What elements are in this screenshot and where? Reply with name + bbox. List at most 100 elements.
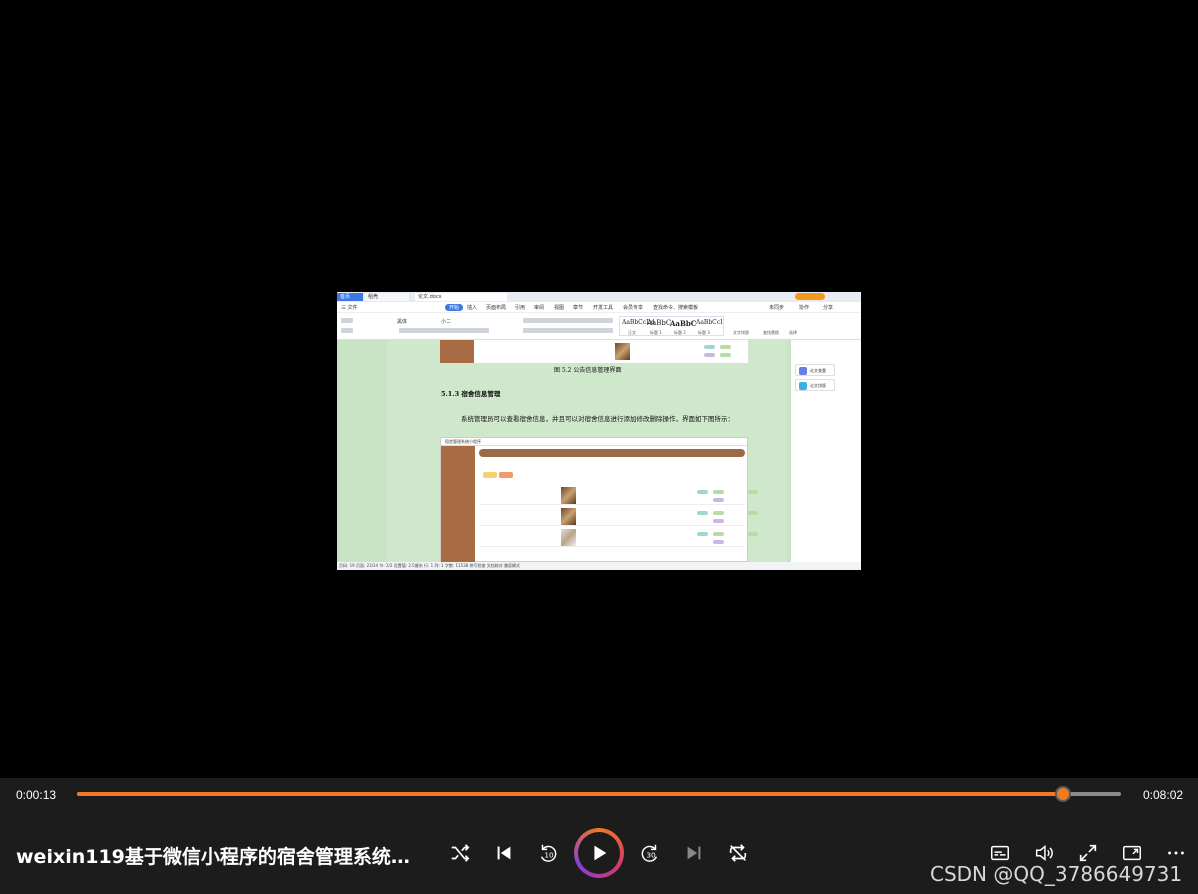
wps-menu-bar: 三 文件 开始 插入 页面布局 引用 审阅 视图 章节 开发工具 会员专享 查找…	[337, 302, 861, 313]
progress-bar[interactable]	[77, 786, 1121, 802]
wps-status-bar: 页码: 19 页面: 23/34 节: 2/2 设置值: 2.5厘米 行: 1 …	[337, 562, 861, 570]
menu-review: 审阅	[534, 305, 545, 311]
video-title: weixin119基于微信小程序的宿舍管理系统含...	[16, 846, 426, 868]
tab-document: 论文.docx	[415, 293, 507, 301]
layout-icon	[799, 382, 807, 390]
shot-sidebar	[441, 446, 475, 563]
figure-caption: 图 5.2 公告信息管理界面	[554, 367, 622, 374]
play-icon	[578, 832, 620, 874]
menu-home: 开始	[445, 304, 464, 311]
layout-label: 论文排版	[810, 383, 826, 388]
progress-fill	[77, 792, 1063, 796]
next-icon[interactable]	[681, 840, 707, 866]
member-badge	[795, 293, 825, 300]
font-size: 小二	[441, 319, 452, 325]
row-detail-pill	[713, 511, 724, 515]
svg-text:10: 10	[544, 851, 554, 860]
table-row	[479, 506, 758, 526]
shuffle-icon[interactable]	[447, 840, 473, 866]
style-preview-h2: AaBbC	[670, 319, 697, 328]
wps-side-panel: 论文查重 论文排版	[791, 340, 861, 562]
row-edit-pill	[697, 490, 708, 494]
section-paragraph: 系统管理员可以查看宿舍信息，并且可以对宿舍信息进行添加修改删除操作，界面如下图所…	[461, 415, 734, 423]
detail-pill	[720, 345, 731, 349]
menu-layout: 页面布局	[486, 305, 507, 311]
menu-reference: 引用	[515, 305, 526, 311]
row-delete-pill	[713, 540, 724, 544]
view-pill	[720, 353, 731, 357]
style-preview-h1: AaBbC	[647, 319, 672, 327]
share-label: 分享	[823, 305, 834, 311]
svg-text:30: 30	[646, 851, 656, 860]
menu-view: 视图	[554, 305, 565, 311]
style-name-h3: 标题 3	[698, 330, 710, 335]
row-delete-pill	[713, 519, 724, 523]
remove-pill	[499, 472, 513, 478]
plagiarism-check-button: 论文查重	[795, 364, 835, 376]
collab-label: 协作	[799, 305, 810, 311]
rewind-10-icon[interactable]: 10	[535, 840, 561, 866]
row-thumbnail	[561, 487, 576, 504]
previous-figure	[440, 340, 748, 363]
row-thumbnail	[561, 508, 576, 525]
paste-icon	[341, 318, 353, 323]
edit-pill	[704, 345, 715, 349]
video-player-controls: 0:00:13 0:08:02 weixin119基于微信小程序的宿舍管理系统含…	[0, 778, 1198, 894]
style-name-h1: 标题 1	[650, 330, 662, 335]
tab-home: 首页	[337, 293, 363, 301]
alignment-icons	[523, 328, 613, 333]
previous-icon[interactable]	[491, 840, 517, 866]
video-frame[interactable]: 首页 稻壳 论文.docx 三 文件 开始 插入 页面布局 引用 审阅 视图 章…	[0, 0, 1198, 778]
sync-status: 未同步	[769, 305, 785, 311]
section-heading: 5.1.3 宿舍信息管理	[441, 390, 501, 398]
row-thumbnail	[561, 529, 576, 546]
previous-figure-sidebar	[440, 340, 474, 363]
row-detail-pill	[713, 490, 724, 494]
row-view-pill	[747, 511, 758, 515]
row-view-pill	[747, 490, 758, 494]
delete-pill	[704, 353, 715, 357]
plagiarism-label: 论文查重	[810, 368, 826, 373]
wps-tab-bar: 首页 稻壳 论文.docx	[337, 292, 861, 302]
table-row	[479, 527, 758, 547]
add-pill	[483, 472, 497, 478]
font-format-icons	[399, 328, 489, 333]
previous-figure-thumbnail	[615, 343, 630, 360]
progress-knob[interactable]	[1054, 786, 1071, 802]
shot-header: 宿舍管理系统小程序	[441, 438, 747, 446]
csdn-watermark: CSDN @QQ_3786649731	[930, 862, 1183, 886]
shot-title: 宿舍管理系统小程序	[445, 439, 481, 444]
menu-chapter: 章节	[573, 305, 584, 311]
menu-devtools: 开发工具	[593, 305, 614, 311]
current-time: 0:00:13	[16, 788, 57, 802]
row-view-pill	[747, 532, 758, 536]
duration: 0:08:02	[1143, 788, 1184, 802]
row-detail-pill	[713, 532, 724, 536]
shot-banner	[479, 449, 745, 457]
style-preview-h3: AaBbCcI	[696, 319, 723, 326]
paper-layout-button: 论文排版	[795, 379, 835, 391]
menu-search: 查找命令、搜索模板	[653, 305, 699, 311]
table-row	[479, 485, 758, 505]
row-delete-pill	[713, 498, 724, 502]
dorm-management-screenshot: 宿舍管理系统小程序	[440, 437, 758, 563]
wps-ribbon: 黑体 小二 AaBbCcDd AaBbC AaBbC AaBbCcI 正文 标题…	[337, 313, 861, 340]
play-button[interactable]	[574, 828, 624, 878]
document-screenshot: 首页 稻壳 论文.docx 三 文件 开始 插入 页面布局 引用 审阅 视图 章…	[337, 292, 861, 570]
paragraph-icons	[523, 318, 613, 323]
text-layout-label: 文字排版	[733, 330, 749, 335]
find-replace-label: 查找替换	[763, 330, 779, 335]
menu-file: 三 文件	[341, 305, 358, 311]
forward-30-icon[interactable]: 30	[637, 840, 663, 866]
row-edit-pill	[697, 532, 708, 536]
menu-insert: 插入	[467, 305, 478, 311]
tab-docer: 稻壳	[365, 293, 409, 301]
select-label: 选择	[789, 330, 797, 335]
repeat-off-icon[interactable]	[725, 840, 751, 866]
format-painter-icon	[341, 328, 353, 333]
plagiarism-icon	[799, 367, 807, 375]
styles-gallery: AaBbCcDd AaBbC AaBbC AaBbCcI 正文 标题 1 标题 …	[619, 316, 724, 336]
style-name-normal: 正文	[628, 330, 636, 335]
font-name: 黑体	[397, 319, 408, 325]
menu-member: 会员专享	[623, 305, 644, 311]
